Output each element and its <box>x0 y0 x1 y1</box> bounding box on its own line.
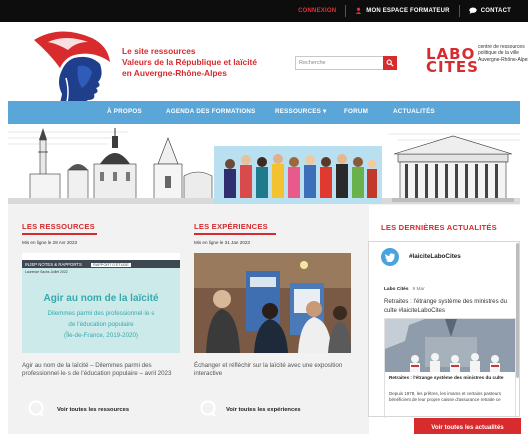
banner-illustration <box>8 124 520 204</box>
tweet-card-image <box>385 319 515 372</box>
site-title-line3: en Auvergne-Rhône-Alpes <box>122 68 227 78</box>
tweet-link-card[interactable]: Retraites : l'étrange système des minist… <box>384 318 516 418</box>
experiences-underline <box>194 233 276 235</box>
ressources-cover-image[interactable]: INJEP NOTES & RAPPORTS RAPPORT D'ÉTUDE L… <box>22 253 180 353</box>
ressources-underline <box>22 233 97 235</box>
twitter-icon <box>381 248 399 266</box>
labo-cites-logo[interactable]: LABO CITES <box>426 47 479 76</box>
site-header: Le site ressources Valeurs de la Républi… <box>8 22 528 122</box>
experiences-photo[interactable] <box>194 253 351 353</box>
nav-actualites[interactable]: ACTUALITÉS <box>393 108 435 115</box>
contact-link[interactable]: CONTACT <box>460 0 520 22</box>
cover-subtitle-line3: (Île-de-France, 2019-2020) <box>64 332 138 339</box>
twitter-hashtag[interactable]: #laiciteLaboCites <box>409 253 461 260</box>
contact-label: CONTACT <box>480 8 511 14</box>
top-bar: CONNEXION MON ESPACE FORMATEUR CONTACT <box>0 0 528 22</box>
search-input[interactable]: Recherche <box>295 56 383 70</box>
cover-heading: Agir au nom de la laïcité <box>43 293 159 304</box>
cover-subtitle-line1: Dilemmes parmi des professionnel·le·s <box>47 310 155 317</box>
tweet-date: 9 Mar <box>412 287 425 292</box>
ressources-title[interactable]: LES RESSOURCES <box>22 222 95 231</box>
user-icon <box>355 7 362 16</box>
nav-ressources[interactable]: RESSOURCES ▾ <box>275 108 326 115</box>
tweet-card-description: Depuis 1978, les prêtres, les imams et c… <box>389 391 502 402</box>
espace-formateur-label: MON ESPACE FORMATEUR <box>366 8 450 14</box>
cover-band-label: INJEP NOTES & RAPPORTS <box>25 262 82 267</box>
see-all-experiences-link[interactable]: Voir toutes les expériences <box>226 407 301 413</box>
search-icon <box>386 59 394 67</box>
labo-cites-subtitle: centre de ressources politique de la vil… <box>478 44 528 63</box>
tweet-text[interactable]: Retraites : l'étrange système des minist… <box>384 298 516 315</box>
page-margin-left <box>0 0 8 434</box>
cover-band: INJEP NOTES & RAPPORTS RAPPORT D'ÉTUDE <box>22 260 180 268</box>
page-margin-right <box>520 0 528 434</box>
site-title[interactable]: Le site ressources Valeurs de la Républi… <box>122 46 282 79</box>
site-title-line2: Valeurs de la République et laïcité <box>122 57 257 67</box>
cover-subtitle: Dilemmes parmi des professionnel·le·s de… <box>22 308 180 341</box>
tweet-card-title: Retraites : l'étrange système des minist… <box>389 375 504 380</box>
speech-q-icon <box>200 400 216 417</box>
cover-author: Laurence Sachs Juillet 2022 <box>25 270 68 274</box>
espace-formateur-link[interactable]: MON ESPACE FORMATEUR <box>346 0 458 22</box>
cover-subtitle-line2: de l'éducation populaire <box>68 321 134 328</box>
tweet-author-name: Labo Cités <box>384 287 409 292</box>
ressources-text[interactable]: Agir au nom de la laïcité – Dilemmes par… <box>22 362 182 379</box>
see-all-ressources-link[interactable]: Voir toutes les ressources <box>57 407 129 413</box>
search-bar: Recherche <box>295 56 397 70</box>
feed-scrollbar[interactable] <box>516 243 519 378</box>
connexion-link[interactable]: CONNEXION <box>289 0 345 22</box>
tweet-author[interactable]: Labo Cités 9 Mar <box>384 287 425 292</box>
ressources-date: Mis en ligne le 28 Avr 2023 <box>22 240 78 245</box>
nav-forum[interactable]: FORUM <box>344 108 368 115</box>
experiences-title[interactable]: LES EXPÉRIENCES <box>194 222 268 231</box>
site-title-line1: Le site ressources <box>122 46 196 56</box>
page: CONNEXION MON ESPACE FORMATEUR CONTACT L… <box>0 0 528 434</box>
top-links: CONNEXION MON ESPACE FORMATEUR CONTACT <box>289 0 520 22</box>
main-nav: À PROPOS AGENDA DES FORMATIONS RESSOURCE… <box>8 101 520 124</box>
labo-logo-line2: CITES <box>426 58 479 76</box>
nav-a-propos[interactable]: À PROPOS <box>107 108 142 115</box>
see-all-actualites-button[interactable]: Voir toutes les actualités <box>414 418 521 434</box>
experiences-text[interactable]: Échanger et réfléchir sur la laïcité ave… <box>194 362 354 379</box>
actualites-title[interactable]: LES DERNIÈRES ACTUALITÉS <box>381 223 497 232</box>
speech-q-icon <box>28 400 44 417</box>
experiences-date: Mis en ligne le 31 Jan 2023 <box>194 240 250 245</box>
search-button[interactable] <box>383 56 397 70</box>
cover-tag: RAPPORT D'ÉTUDE <box>91 263 131 267</box>
nav-agenda[interactable]: AGENDA DES FORMATIONS <box>166 108 256 115</box>
chat-bubble-icon <box>469 7 477 16</box>
